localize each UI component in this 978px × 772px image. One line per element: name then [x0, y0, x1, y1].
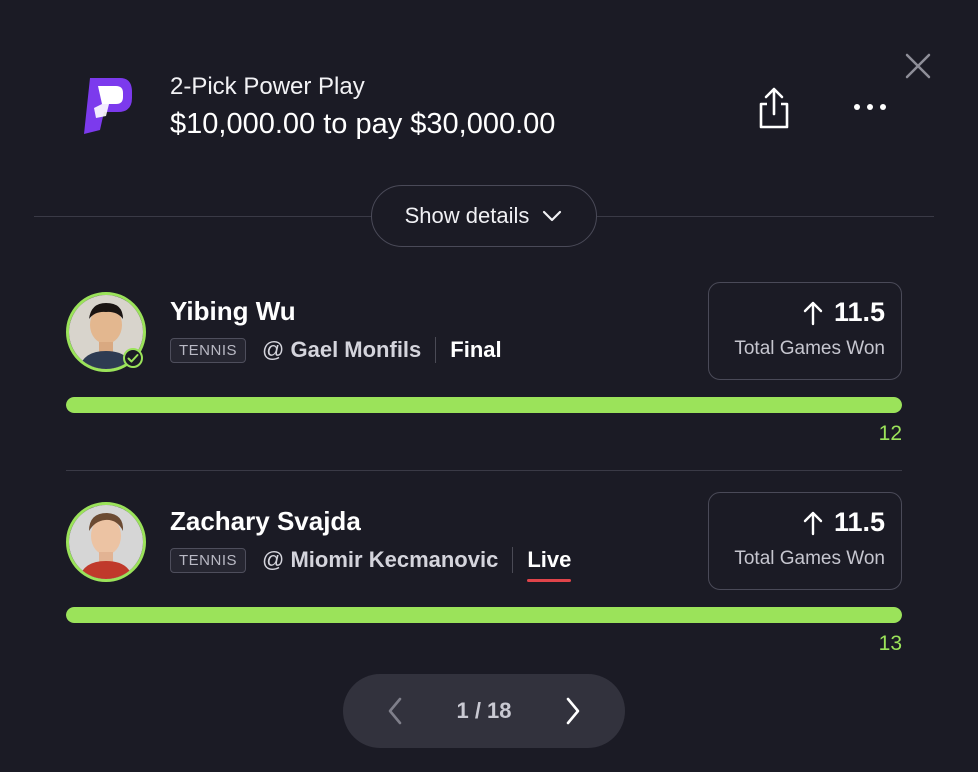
entry-type: 2-Pick Power Play — [170, 73, 365, 100]
opponent: @ Gael Monfils — [262, 337, 421, 363]
progress-fill — [66, 397, 902, 413]
entry-title-block: 2-Pick Power Play $10,000.00 to pay $30,… — [170, 72, 555, 144]
close-icon — [905, 53, 931, 79]
page-indicator: 1 / 18 — [456, 698, 512, 723]
chevron-right-icon — [566, 697, 580, 725]
close-button[interactable] — [903, 51, 933, 81]
at-symbol: @ — [262, 337, 285, 362]
projection-box[interactable]: 11.5 Total Games Won — [708, 282, 902, 380]
show-details-button[interactable]: Show details — [371, 185, 597, 247]
projection-line: 11.5 — [802, 297, 885, 328]
stat-label: Total Games Won — [734, 548, 885, 569]
match-status-live: Live — [527, 547, 572, 582]
opponent-name: Gael Monfils — [290, 337, 422, 362]
player-name: Zachary Svajda — [170, 506, 361, 536]
progress-bar — [66, 607, 902, 623]
player-name: Yibing Wu — [170, 296, 296, 326]
arrow-up-icon — [803, 511, 823, 535]
progress-bar — [66, 397, 902, 413]
sport-tag: TENNIS — [170, 547, 247, 573]
line-value: 11.5 — [833, 507, 885, 537]
opponent: @ Miomir Kecmanovic — [262, 547, 498, 573]
check-badge-icon — [123, 348, 143, 368]
share-icon — [759, 87, 789, 129]
projection-box[interactable]: 11.5 Total Games Won — [708, 492, 902, 590]
next-button[interactable] — [561, 696, 585, 726]
opponent-name: Miomir Kecmanovic — [290, 547, 499, 572]
entry-payout: $10,000.00 to pay $30,000.00 — [170, 108, 556, 140]
share-button[interactable] — [756, 86, 792, 130]
meta-separator — [435, 337, 437, 363]
match-info: TENNIS @ Gael Monfils Final — [170, 336, 502, 364]
match-status: Final — [450, 337, 502, 362]
actual-value: 12 — [878, 422, 902, 445]
line-value: 11.5 — [833, 297, 885, 327]
sport-tag: TENNIS — [170, 337, 247, 363]
arrow-up-icon — [803, 301, 823, 325]
player-avatar — [66, 502, 146, 582]
app-logo — [80, 74, 134, 134]
at-symbol: @ — [262, 547, 285, 572]
pagination: 1 / 18 — [343, 674, 625, 748]
chevron-left-icon — [388, 697, 402, 725]
row-divider — [66, 470, 902, 471]
more-dots-icon — [854, 104, 886, 110]
match-info: TENNIS @ Miomir Kecmanovic Live — [170, 546, 572, 582]
projection-line: 11.5 — [802, 507, 885, 538]
show-details-label: Show details — [404, 203, 530, 228]
previous-button[interactable] — [383, 696, 407, 726]
chevron-down-icon — [543, 210, 562, 222]
progress-fill — [66, 607, 902, 623]
meta-separator — [512, 547, 514, 573]
actual-value: 13 — [878, 632, 902, 655]
stat-label: Total Games Won — [734, 338, 885, 359]
more-options-button[interactable] — [850, 95, 890, 119]
